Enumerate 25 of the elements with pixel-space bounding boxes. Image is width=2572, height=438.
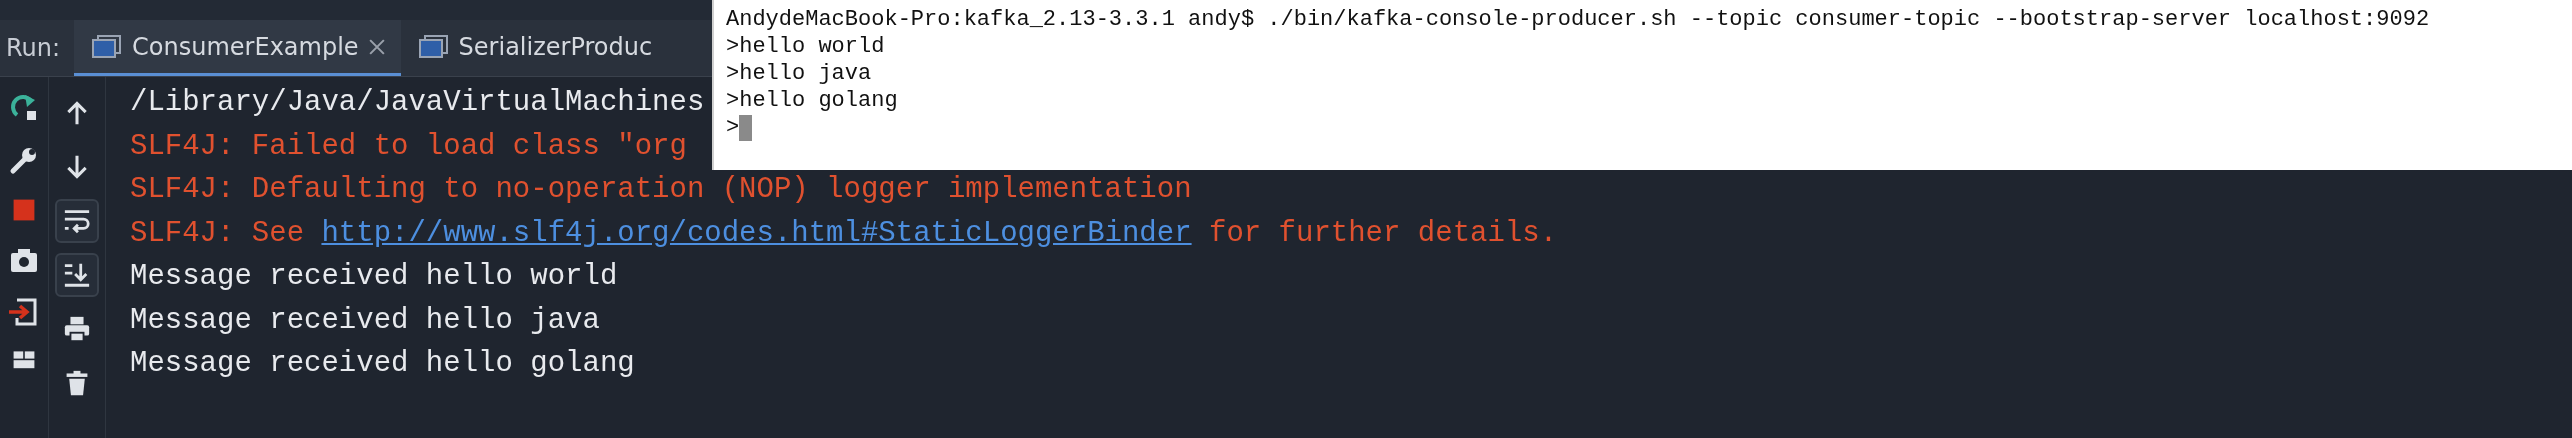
close-icon[interactable] (368, 38, 385, 55)
run-label: Run: (5, 34, 62, 62)
terminal-line: >hello world (726, 34, 885, 59)
console-line: /Library/Java/JavaVirtualMachines (130, 85, 705, 121)
run-tab[interactable]: SerializerProduc (400, 20, 657, 76)
window-icon (418, 34, 449, 59)
terminal-line: AndydeMacBook-Pro:kafka_2.13-3.3.1 andy$ ./bin/kafka-console-producer.sh --topic consumer-topic --bootstrap-server localhost:9092 (726, 7, 2430, 32)
error-log-line: SLF4J: Failed to load class "org (130, 128, 687, 165)
soft-wrap-icon[interactable] (55, 199, 99, 243)
console-line: Message received hello java (130, 302, 600, 339)
run-tab[interactable]: ConsumerExample (74, 20, 401, 76)
terminal-line: > (726, 115, 740, 140)
rerun-icon[interactable] (9, 93, 39, 123)
window-icon (92, 34, 123, 59)
terminal-line: >hello golang (726, 88, 898, 113)
stop-icon[interactable] (11, 197, 37, 223)
console-line: Message received hello golang (130, 346, 635, 382)
link[interactable]: http://www.slf4j.org/codes.html#StaticLoggerBinder (321, 216, 1192, 250)
exit-icon[interactable] (9, 297, 39, 327)
wrench-icon[interactable] (9, 145, 39, 175)
error-log-line: SLF4J: Defaulting to no-operation (NOP) logger implementation (130, 172, 1192, 208)
error-log-line: SLF4J: See http://www.slf4j.org/codes.html#StaticLoggerBinder for further details. (130, 215, 1558, 252)
scroll-to-end-icon[interactable] (55, 253, 99, 297)
terminal-line: >hello java (726, 61, 872, 86)
console-line: Message received hello world (130, 259, 618, 295)
